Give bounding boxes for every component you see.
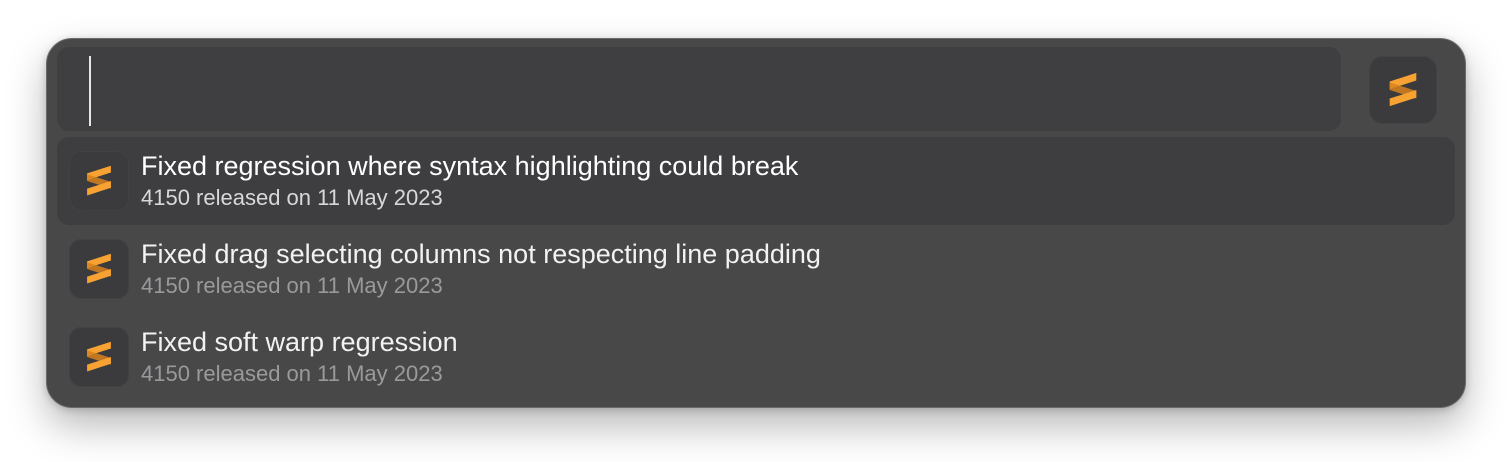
result-subtitle: 4150 released on 11 May 2023 [141, 185, 443, 210]
search-bar[interactable] [57, 47, 1341, 131]
result-subtitle: 4150 released on 11 May 2023 [141, 273, 443, 298]
result-title: Fixed soft warp regression [141, 327, 458, 357]
sublime-text-icon [69, 151, 129, 211]
result-subtitle: 4150 released on 11 May 2023 [141, 361, 443, 386]
sublime-text-logo-icon [87, 341, 111, 372]
result-title: Fixed drag selecting columns not respect… [141, 239, 821, 269]
launcher-panel: Fixed regression where syntax highlighti… [46, 38, 1466, 408]
sublime-text-icon [69, 327, 129, 387]
sublime-text-logo-icon [1389, 72, 1417, 107]
result-row[interactable]: Fixed regression where syntax highlighti… [57, 137, 1455, 225]
sublime-text-logo-icon [87, 165, 111, 196]
result-title: Fixed regression where syntax highlighti… [141, 151, 799, 181]
sublime-text-icon[interactable] [1369, 56, 1437, 124]
sublime-text-icon [69, 239, 129, 299]
result-row[interactable]: Fixed soft warp regression 4150 released… [57, 313, 1455, 401]
results-list: Fixed regression where syntax highlighti… [57, 137, 1455, 401]
sublime-text-logo-icon [87, 253, 111, 284]
result-row[interactable]: Fixed drag selecting columns not respect… [57, 225, 1455, 313]
search-input[interactable] [91, 47, 1321, 131]
